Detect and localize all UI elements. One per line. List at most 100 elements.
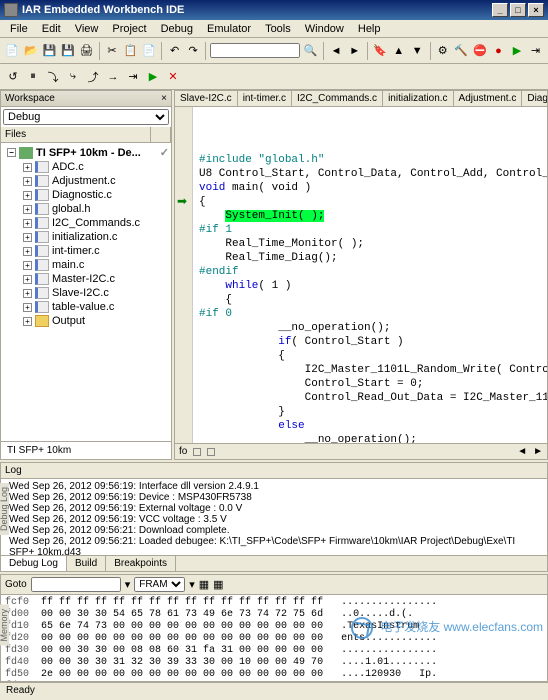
step-into-icon[interactable]: ⤷ [64,68,82,86]
config-dropdown[interactable]: Debug [3,109,169,125]
project-root[interactable]: −TI SFP+ 10km - De... ✓ [3,145,169,160]
file-I2C_Commands-c[interactable]: +I2C_Commands.c [3,216,169,230]
minimize-button[interactable]: _ [492,3,508,17]
split-h-icon[interactable] [193,448,201,456]
file-global-h[interactable]: +global.h [3,202,169,216]
code-line[interactable]: while( 1 ) [199,279,543,293]
menu-help[interactable]: Help [352,21,387,37]
reset-icon[interactable]: ↺ [4,68,22,86]
code-line[interactable]: __no_operation(); [199,433,543,443]
logtab-build[interactable]: Build [67,556,106,571]
step-out-icon[interactable]: ⤴ [84,68,102,86]
stop-debug-icon[interactable]: ✕ [164,68,182,86]
goto-dropdown2-icon[interactable]: ▾ [189,578,195,591]
goto-input[interactable] [31,577,121,592]
log-body[interactable]: Wed Sep 26, 2012 09:56:19: Interface dll… [1,479,547,555]
menu-window[interactable]: Window [299,21,350,37]
nav-fwd-icon[interactable]: ► [346,42,363,60]
code-line[interactable]: { [199,195,543,209]
nav-back-icon[interactable]: ◄ [328,42,345,60]
code-line[interactable]: #if 1 [199,223,543,237]
toggle-bp-icon[interactable]: ● [490,42,507,60]
tab-int-timer-c[interactable]: int-timer.c [238,91,292,106]
file-Slave-I2C-c[interactable]: +Slave-I2C.c [3,286,169,300]
print-icon[interactable]: 🖨 [78,42,95,60]
code-area[interactable]: #include "global.h"U8 Control_Start, Con… [175,107,547,443]
workspace-close-icon[interactable]: × [161,93,167,104]
save-all-icon[interactable]: 💾 [60,42,77,60]
code-line[interactable]: System_Init( ); [199,209,543,223]
cut-icon[interactable]: ✂ [104,42,121,60]
file-initialization-c[interactable]: +initialization.c [3,230,169,244]
memory-row[interactable]: fcf0 ff ff ff ff ff ff ff ff ff ff ff ff… [5,597,543,609]
files-column[interactable]: Files [1,127,151,142]
code-line[interactable]: #endif [199,265,543,279]
logtab-debug-log[interactable]: Debug Log [1,556,67,571]
file-table-value-c[interactable]: +table-value.c [3,300,169,314]
step-over-icon[interactable]: ⤵ [44,68,62,86]
memory-row[interactable]: fd20 00 00 00 00 00 00 00 00 00 00 00 00… [5,633,543,645]
break-icon[interactable]: ⏸ [24,68,42,86]
split-v-icon[interactable] [207,448,215,456]
menu-file[interactable]: File [4,21,34,37]
run-cursor-icon[interactable]: ⇥ [124,68,142,86]
find-input[interactable] [210,43,300,58]
goto-dropdown-icon[interactable]: ▾ [125,578,131,591]
paste-icon[interactable]: 📄 [141,42,158,60]
file-int-timer-c[interactable]: +int-timer.c [3,244,169,258]
memory-row[interactable]: fd40 00 00 30 30 31 32 30 39 33 30 00 10… [5,657,543,669]
code-line[interactable]: else [199,419,543,433]
code-line[interactable]: I2C_Master_1101L_Random_Write( Control_D… [199,363,543,377]
code-line[interactable]: Real_Time_Monitor( ); [199,237,543,251]
code-line[interactable]: { [199,293,543,307]
code-line[interactable]: } [199,405,543,419]
bookmark-next-icon[interactable]: ▼ [409,42,426,60]
go-icon[interactable]: ▶ [144,68,162,86]
code-line[interactable]: void main( void ) [199,181,543,195]
copy-icon[interactable]: 📋 [122,42,139,60]
save-icon[interactable]: 💾 [41,42,58,60]
menu-project[interactable]: Project [106,21,152,37]
tab-I2C_Commands-c[interactable]: I2C_Commands.c [292,91,383,106]
tab-initialization-c[interactable]: initialization.c [383,91,453,106]
stop-build-icon[interactable]: ⛔ [472,42,489,60]
memory-row[interactable]: fd30 00 00 30 30 00 08 08 60 31 fa 31 00… [5,645,543,657]
code-line[interactable]: #if 0 [199,307,543,321]
file-Diagnostic-c[interactable]: +Diagnostic.c [3,188,169,202]
memory-row[interactable]: fd50 2e 00 00 00 00 00 00 00 00 00 00 00… [5,669,543,681]
workspace-bottom-tab[interactable]: TI SFP+ 10km [1,441,171,459]
menu-view[interactable]: View [69,21,105,37]
mem-cfg2-icon[interactable]: ▦ [213,578,223,591]
code-line[interactable]: Control_Start = 0; [199,377,543,391]
memory-row[interactable]: fd10 65 6e 74 73 00 00 00 00 00 00 00 00… [5,621,543,633]
output-folder[interactable]: +Output [3,314,169,328]
next-stmt-icon[interactable]: → [104,68,122,86]
menu-debug[interactable]: Debug [155,21,199,37]
code-line[interactable]: { [199,349,543,363]
code-line[interactable]: #include "global.h" [199,153,543,167]
menu-tools[interactable]: Tools [259,21,297,37]
close-button[interactable]: × [528,3,544,17]
compile-icon[interactable]: ⚙ [434,42,451,60]
menu-edit[interactable]: Edit [36,21,67,37]
file-main-c[interactable]: +main.c [3,258,169,272]
menu-emulator[interactable]: Emulator [201,21,257,37]
find-icon[interactable]: 🔍 [302,42,319,60]
file-ADC-c[interactable]: +ADC.c [3,160,169,174]
code-line[interactable]: U8 Control_Start, Control_Data, Control_… [199,167,543,181]
bookmark-icon[interactable]: 🔖 [372,42,389,60]
mem-cfg-icon[interactable]: ▦ [199,578,209,591]
code-line[interactable]: Real_Time_Diag(); [199,251,543,265]
workspace-tree[interactable]: −TI SFP+ 10km - De... ✓+ADC.c+Adjustment… [1,143,171,441]
debug-no-dl-icon[interactable]: ⇥ [527,42,544,60]
tab-Adjustment-c[interactable]: Adjustment.c [454,91,523,106]
code-line[interactable]: __no_operation(); [199,321,543,335]
code-line[interactable]: Control_Read_Out_Data = I2C_Master_1101L… [199,391,543,405]
tab-Slave-I2C-c[interactable]: Slave-I2C.c [175,91,238,106]
bookmark-prev-icon[interactable]: ▲ [390,42,407,60]
new-file-icon[interactable]: 📄 [4,42,21,60]
maximize-button[interactable]: □ [510,3,526,17]
file-Adjustment-c[interactable]: +Adjustment.c [3,174,169,188]
memory-body[interactable]: fcf0 ff ff ff ff ff ff ff ff ff ff ff ff… [1,595,547,681]
undo-icon[interactable]: ↶ [166,42,183,60]
